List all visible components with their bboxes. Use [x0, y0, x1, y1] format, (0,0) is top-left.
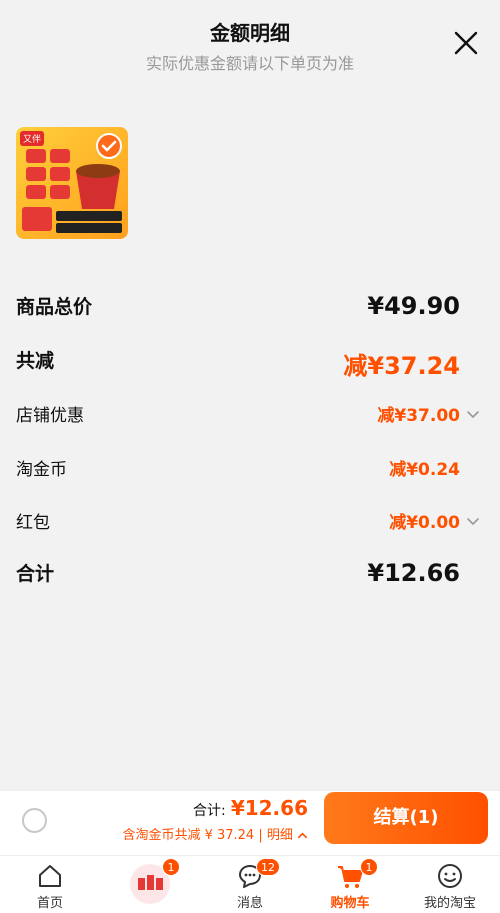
goods-total-value: ¥49.90	[367, 292, 460, 320]
subtotal-label: 合计	[16, 563, 55, 585]
page-title: 金额明细	[210, 21, 290, 45]
goods-total-label: 商品总价	[16, 296, 93, 318]
tab-promo[interactable]: 1	[100, 856, 200, 913]
redpacket-label: 红包	[16, 513, 50, 533]
tab-home[interactable]: 首页	[0, 856, 100, 913]
redpacket-value: 减¥0.00	[389, 513, 460, 533]
subtotal-value: ¥12.66	[367, 559, 460, 587]
profile-icon	[438, 864, 462, 888]
total-discount-label: 共减	[16, 350, 55, 372]
chevron-up-icon	[298, 832, 307, 839]
tab-cart-badge: 1	[360, 858, 378, 876]
tab-cart-label: 购物车	[330, 896, 370, 911]
tab-home-label: 首页	[36, 896, 63, 911]
tab-promo-badge: 1	[162, 858, 180, 876]
subtotal-row: 合计 ¥12.66	[16, 559, 484, 589]
shop-discount-row[interactable]: 店铺优惠 减¥37.00	[16, 401, 484, 431]
tab-cart[interactable]: 1 购物车	[300, 856, 400, 913]
tab-messages-badge: 12	[256, 858, 280, 876]
discount-detail-toggle[interactable]: 含淘金币共减 ¥ 37.24 | 明细	[122, 824, 308, 843]
checkout-total-label: 合计:	[193, 803, 226, 819]
coin-label: 淘金币	[16, 460, 67, 480]
close-icon[interactable]	[453, 30, 479, 56]
tab-messages-label: 消息	[236, 896, 263, 911]
goods-total-row: 商品总价 ¥49.90	[16, 292, 484, 322]
chevron-down-icon[interactable]	[466, 514, 480, 528]
coin-row: 淘金币 减¥0.24	[16, 455, 484, 485]
chevron-down-icon[interactable]	[466, 407, 480, 421]
tab-profile[interactable]: 我的淘宝	[400, 856, 500, 913]
page-subtitle: 实际优惠金额请以下单页为准	[145, 54, 354, 73]
redpacket-row[interactable]: 红包 减¥0.00	[16, 508, 484, 538]
shop-discount-label: 店铺优惠	[16, 406, 84, 426]
checkout-total-amount: ¥12.66	[230, 796, 308, 820]
checkout-bar: 合计: ¥12.66 含淘金币共减 ¥ 37.24 | 明细 结算(1)	[0, 790, 500, 855]
product-thumbnail[interactable]: 又伴	[16, 127, 128, 239]
total-discount-value: 减¥37.24	[343, 352, 460, 380]
shop-discount-value: 减¥37.00	[377, 406, 460, 426]
coin-value: 减¥0.24	[389, 460, 460, 480]
selected-check-icon	[96, 133, 122, 159]
home-icon	[39, 865, 61, 887]
select-all-radio[interactable]	[22, 808, 47, 833]
sheet-header: 金额明细 实际优惠金额请以下单页为准	[0, 0, 500, 90]
bottom-tab-bar: 首页 1 12 消息 1 购物车 我的淘宝	[0, 855, 500, 913]
amount-detail-sheet: 金额明细 实际优惠金额请以下单页为准 又伴 商品总价 ¥49.90 共减 减¥3…	[0, 0, 500, 790]
checkout-button[interactable]: 结算(1)	[324, 792, 488, 844]
tab-profile-label: 我的淘宝	[423, 896, 476, 911]
checkout-total: 合计: ¥12.66	[193, 796, 308, 820]
discount-detail-text: 含淘金币共减 ¥ 37.24 | 明细	[122, 828, 293, 843]
tab-messages[interactable]: 12 消息	[200, 856, 300, 913]
total-discount-row: 共减 减¥37.24	[16, 346, 484, 380]
